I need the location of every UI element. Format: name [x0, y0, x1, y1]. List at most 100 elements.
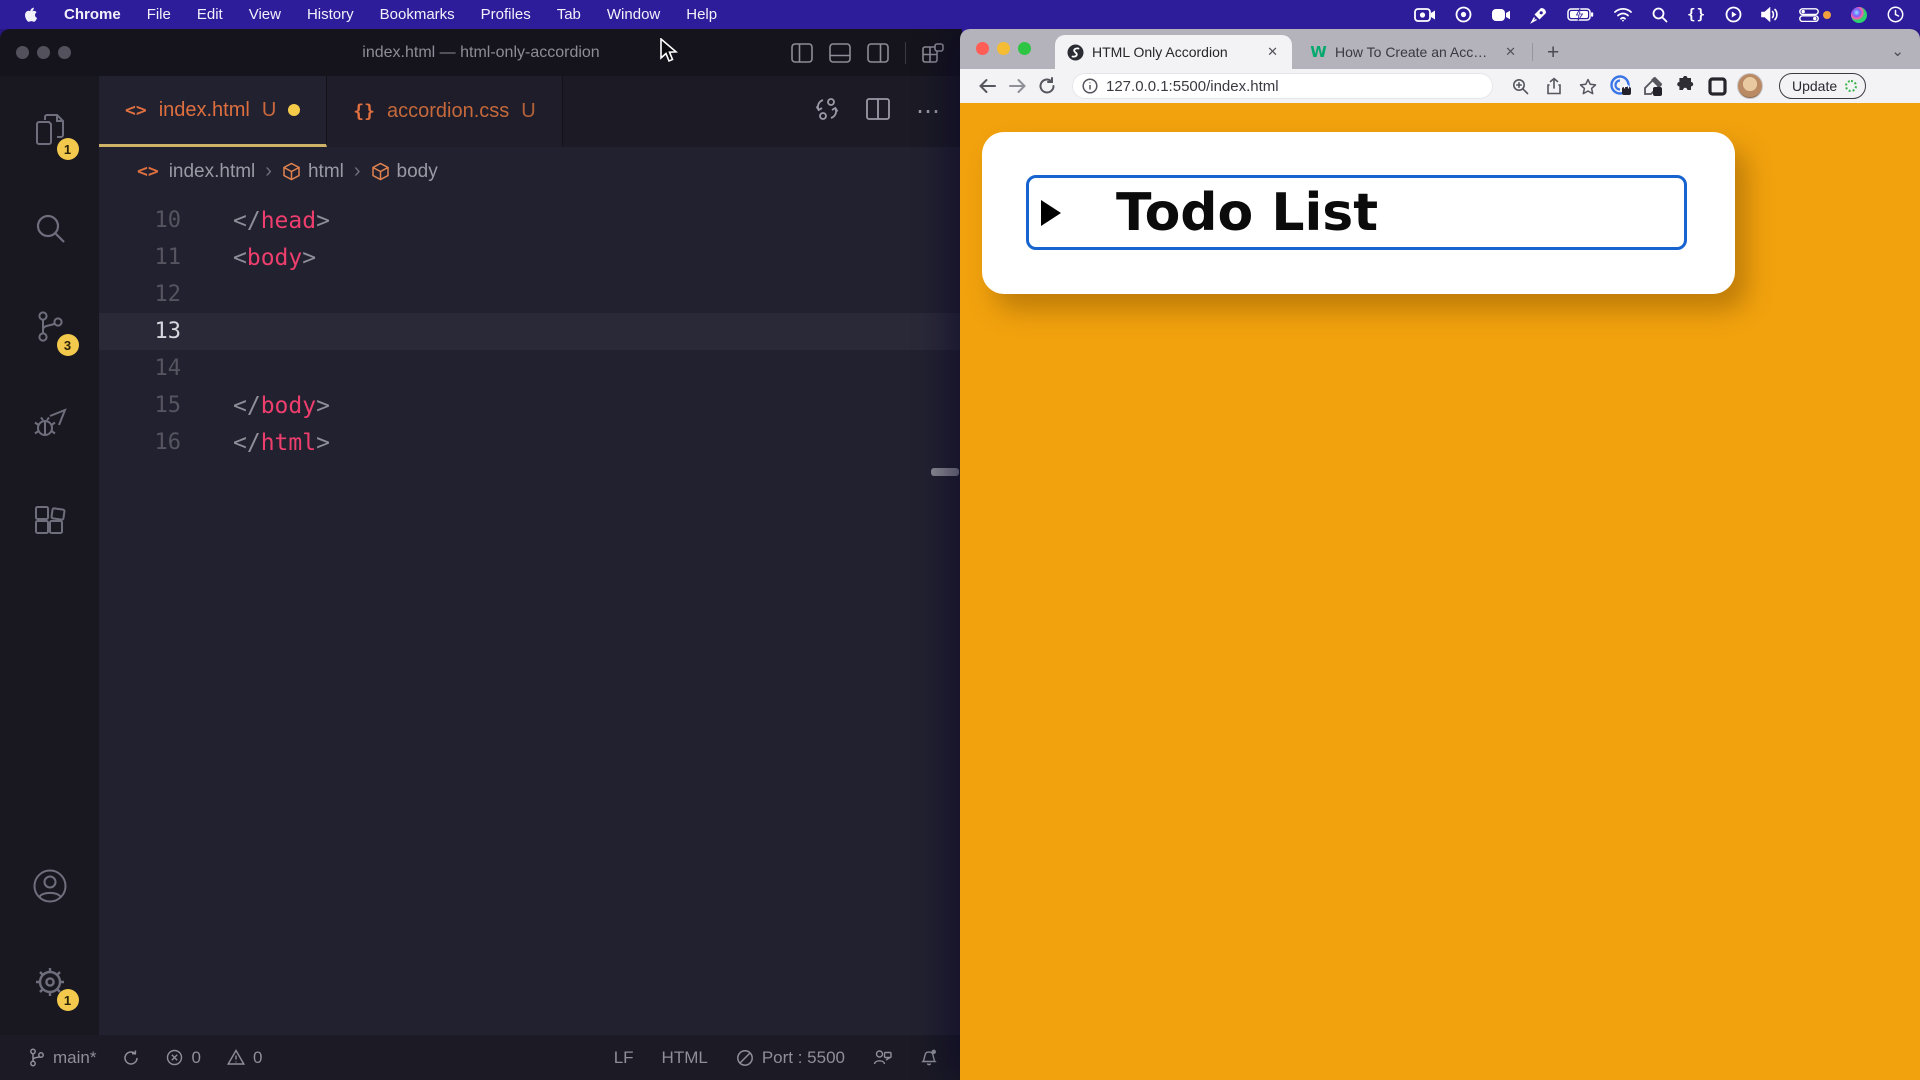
- maximize-button[interactable]: [58, 46, 71, 59]
- breadcrumb-body[interactable]: body: [371, 161, 438, 183]
- back-button[interactable]: [972, 72, 1002, 100]
- volume-icon[interactable]: [1761, 5, 1780, 25]
- customize-layout-icon[interactable]: [922, 42, 944, 64]
- search-icon[interactable]: [1652, 5, 1668, 25]
- tab-close-icon[interactable]: ✕: [1263, 42, 1282, 62]
- vscode-title-bar[interactable]: index.html — html-only-accordion: [0, 29, 962, 76]
- accordion-details[interactable]: Todo List: [1026, 175, 1687, 250]
- extensions-puzzle-icon[interactable]: [1673, 74, 1697, 98]
- git-branch-item[interactable]: main*: [28, 1048, 96, 1068]
- toggle-sidebar-icon[interactable]: [791, 42, 813, 64]
- settings-gear-icon[interactable]: 1: [25, 957, 75, 1007]
- remote-user-icon[interactable]: [873, 1049, 892, 1066]
- reload-button[interactable]: [1032, 72, 1062, 100]
- update-button[interactable]: Update: [1779, 73, 1866, 99]
- tab-accordion-css[interactable]: {} accordion.css U: [327, 76, 562, 147]
- rocket-icon[interactable]: [1530, 5, 1548, 25]
- minimize-button[interactable]: [997, 42, 1010, 55]
- address-bar[interactable]: 127.0.0.1:5500/index.html: [1072, 73, 1493, 99]
- forward-button[interactable]: [1002, 72, 1032, 100]
- tab-title: HTML Only Accordion: [1092, 44, 1255, 60]
- search-panel-icon[interactable]: [25, 204, 75, 254]
- minimize-button[interactable]: [37, 46, 50, 59]
- menu-status-icons: {}: [1414, 5, 1904, 25]
- more-actions-icon[interactable]: ⋯: [916, 97, 942, 126]
- video-camera-icon[interactable]: [1491, 5, 1511, 25]
- control-center-icon[interactable]: [1799, 5, 1831, 25]
- close-button[interactable]: [976, 42, 989, 55]
- code-line-11[interactable]: 11<body>: [99, 239, 962, 276]
- tab-html-only-accordion[interactable]: HTML Only Accordion ✕: [1055, 35, 1292, 69]
- menu-item-window[interactable]: Window: [594, 6, 673, 23]
- siri-icon[interactable]: [1850, 5, 1868, 25]
- menu-item-tab[interactable]: Tab: [544, 6, 594, 23]
- share-icon[interactable]: [1541, 73, 1567, 99]
- code-line-16[interactable]: 16</html>: [99, 424, 962, 461]
- braces-icon[interactable]: {}: [1687, 5, 1706, 25]
- scrollbar-handle[interactable]: [931, 468, 959, 476]
- accordion-summary[interactable]: Todo List: [1026, 175, 1687, 250]
- password-manager-extension-icon[interactable]: [1609, 74, 1633, 98]
- breadcrumb-html[interactable]: html: [282, 161, 344, 183]
- menu-item-bookmarks[interactable]: Bookmarks: [367, 6, 468, 23]
- code-line-15[interactable]: 15</body>: [99, 387, 962, 424]
- sync-item[interactable]: [122, 1049, 140, 1067]
- menu-item-file[interactable]: File: [134, 6, 184, 23]
- tab-close-icon[interactable]: ✕: [1501, 42, 1520, 62]
- language-item[interactable]: HTML: [662, 1048, 708, 1068]
- source-control-icon[interactable]: 3: [25, 302, 75, 352]
- maximize-button[interactable]: [1018, 42, 1031, 55]
- modified-dot-icon[interactable]: [288, 104, 300, 116]
- clock-icon[interactable]: [1887, 5, 1904, 25]
- account-icon[interactable]: [25, 861, 75, 911]
- menu-bar: ChromeFileEditViewHistoryBookmarksProfil…: [0, 0, 1920, 29]
- colorpicker-extension-icon[interactable]: [1641, 74, 1665, 98]
- wifi-icon[interactable]: [1613, 5, 1633, 25]
- menu-item-help[interactable]: Help: [673, 6, 730, 23]
- warnings-item[interactable]: 0: [227, 1048, 262, 1068]
- zoom-icon[interactable]: [1507, 73, 1533, 99]
- tab-title: How To Create an Accordion: [1335, 44, 1493, 60]
- line-number: 16: [99, 430, 233, 455]
- code-line-13[interactable]: 13: [99, 313, 962, 350]
- bookmark-star-icon[interactable]: [1575, 73, 1601, 99]
- toggle-secondary-sidebar-icon[interactable]: [867, 42, 889, 64]
- cube-icon: [371, 162, 390, 181]
- explorer-icon[interactable]: 1: [25, 106, 75, 156]
- eol-item[interactable]: LF: [614, 1048, 634, 1068]
- toggle-panel-icon[interactable]: [829, 42, 851, 64]
- reader-extension-icon[interactable]: [1705, 74, 1729, 98]
- menu-item-chrome[interactable]: Chrome: [51, 6, 134, 23]
- menu-item-profiles[interactable]: Profiles: [468, 6, 544, 23]
- css-file-icon: {}: [353, 101, 375, 122]
- port-item[interactable]: Port : 5500: [736, 1048, 845, 1068]
- close-button[interactable]: [16, 46, 29, 59]
- tab-how-to-create-accordion[interactable]: W How To Create an Accordion ✕: [1298, 35, 1530, 69]
- open-changes-icon[interactable]: [814, 96, 840, 127]
- code-line-10[interactable]: 10</head>: [99, 202, 962, 239]
- menu-item-edit[interactable]: Edit: [184, 6, 236, 23]
- profile-avatar[interactable]: [1737, 73, 1763, 99]
- new-tab-button[interactable]: +: [1539, 41, 1567, 65]
- breadcrumb-file[interactable]: index.html: [169, 161, 256, 183]
- site-info-icon[interactable]: [1082, 78, 1098, 94]
- play-circle-icon[interactable]: [1725, 5, 1742, 25]
- vscode-traffic-lights: [16, 46, 71, 59]
- errors-item[interactable]: 0: [166, 1048, 200, 1068]
- notifications-bell-icon[interactable]: [920, 1048, 938, 1067]
- settings-badge: 1: [57, 989, 79, 1011]
- code-lines[interactable]: 10</head>11<body>12131415</body>16</html…: [99, 196, 962, 1035]
- search-tabs-chevron-icon[interactable]: ⌄: [1891, 42, 1904, 60]
- run-debug-icon[interactable]: [25, 400, 75, 450]
- battery-charging-icon[interactable]: [1567, 5, 1594, 25]
- apple-logo-icon[interactable]: [22, 6, 37, 23]
- camera-icon[interactable]: [1414, 5, 1436, 25]
- tab-index-html[interactable]: <> index.html U: [99, 76, 327, 147]
- split-editor-icon[interactable]: [866, 98, 890, 125]
- menu-item-view[interactable]: View: [236, 6, 294, 23]
- code-line-12[interactable]: 12: [99, 276, 962, 313]
- extensions-icon[interactable]: [25, 498, 75, 548]
- code-line-14[interactable]: 14: [99, 350, 962, 387]
- menu-item-history[interactable]: History: [294, 6, 367, 23]
- record-icon[interactable]: [1455, 5, 1472, 25]
